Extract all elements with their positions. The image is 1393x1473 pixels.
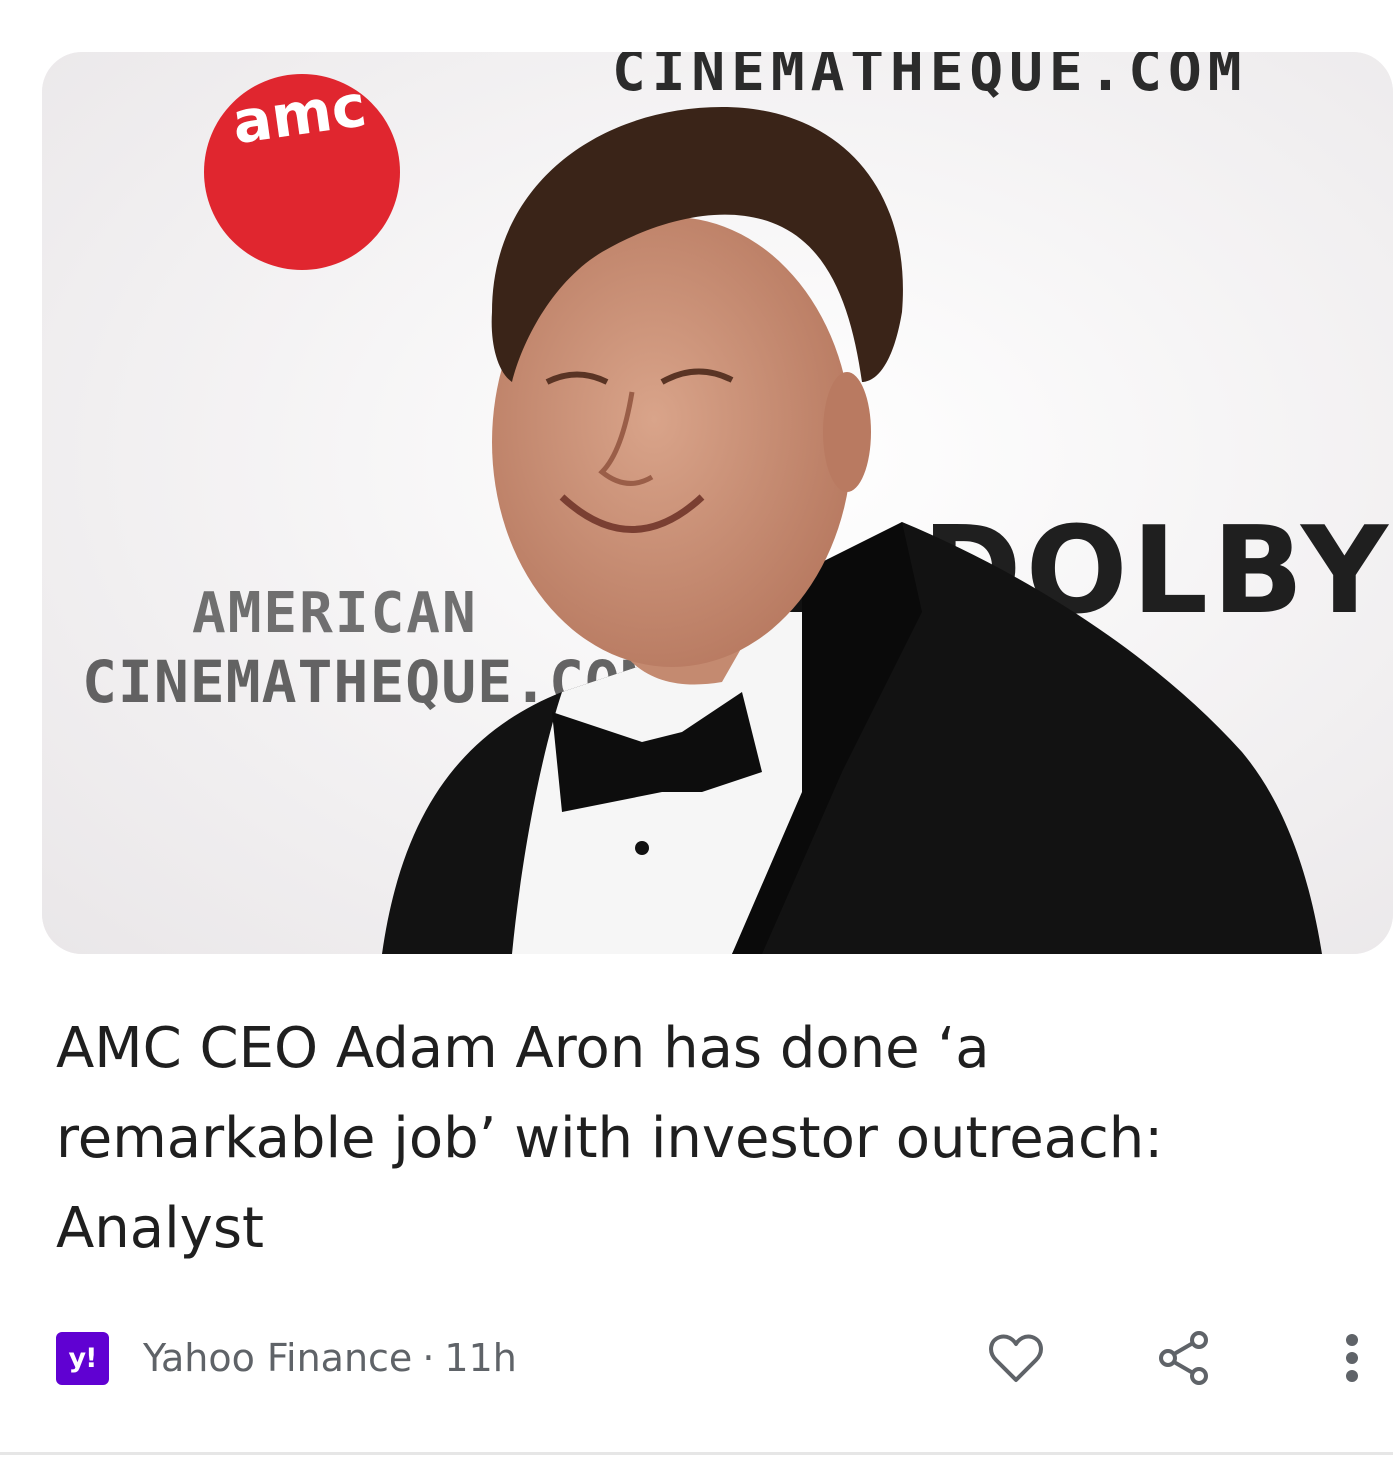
article-headline[interactable]: AMC CEO Adam Aron has done ‘a remarkable… bbox=[56, 1004, 1206, 1274]
publisher-name[interactable]: Yahoo Finance bbox=[143, 1336, 412, 1380]
news-card[interactable]: amc CINEMATHEQUE.COM AMERICAN CINEMATHEQ… bbox=[0, 0, 1393, 1473]
backdrop-top-text: CINEMATHEQUE.COM bbox=[612, 52, 1247, 104]
like-button[interactable] bbox=[984, 1326, 1048, 1390]
share-icon bbox=[1159, 1331, 1208, 1385]
heart-icon bbox=[989, 1334, 1043, 1382]
article-meta: y! Yahoo Finance · 11h bbox=[56, 1330, 517, 1386]
card-divider bbox=[0, 1452, 1393, 1455]
meta-separator: · bbox=[422, 1336, 435, 1380]
article-image[interactable]: amc CINEMATHEQUE.COM AMERICAN CINEMATHEQ… bbox=[42, 52, 1393, 954]
more-vertical-icon bbox=[1346, 1334, 1358, 1382]
yahoo-logo-icon: y! bbox=[56, 1331, 109, 1385]
article-age: 11h bbox=[444, 1336, 517, 1380]
more-options-button[interactable] bbox=[1320, 1326, 1384, 1390]
share-button[interactable] bbox=[1152, 1326, 1216, 1390]
backdrop-left-line1: AMERICAN bbox=[192, 581, 478, 646]
